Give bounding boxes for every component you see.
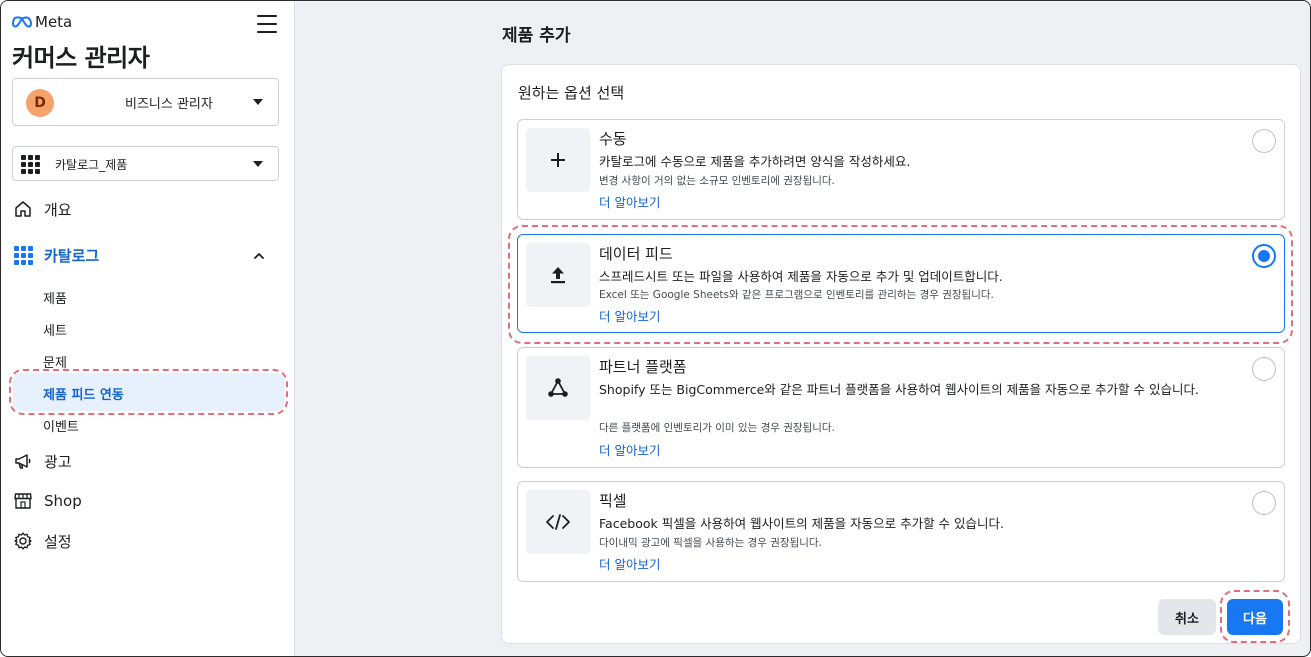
- home-icon: [12, 198, 34, 220]
- business-selector[interactable]: D 비즈니스 관리자: [12, 78, 279, 126]
- nav-item-label: Shop: [44, 492, 82, 510]
- nav-item-ads[interactable]: 광고: [12, 446, 72, 476]
- caret-down-icon: [253, 99, 263, 105]
- option-description: 스프레드시트 또는 파일을 사용하여 제품을 자동으로 추가 및 업데이트합니다…: [599, 269, 1003, 284]
- option-title: 수동: [599, 130, 627, 148]
- app-window: Meta 커머스 관리자 D 비즈니스 관리자 카탈로그_제품 개요 카탈로그 …: [0, 0, 1311, 657]
- sidebar-item-events[interactable]: 이벤트: [43, 416, 79, 435]
- gear-icon: [12, 530, 34, 552]
- meta-logo-text: Meta: [35, 13, 73, 31]
- option-title: 데이터 피드: [599, 245, 673, 263]
- learn-more-link[interactable]: 더 알아보기: [599, 554, 660, 573]
- nav-item-label: 광고: [44, 452, 72, 471]
- option-manual[interactable]: 수동 카탈로그에 수동으로 제품을 추가하려면 양식을 작성하세요. 변경 사항…: [517, 119, 1285, 220]
- page-title: 제품 추가: [502, 26, 571, 46]
- nav-item-shop[interactable]: Shop: [12, 486, 82, 516]
- option-description: Facebook 픽셀을 사용하여 웹사이트의 제품을 자동으로 추가할 수 있…: [599, 516, 1004, 531]
- business-selector-label: 비즈니스 관리자: [125, 97, 213, 112]
- option-description: 카탈로그에 수동으로 제품을 추가하려면 양식을 작성하세요.: [599, 154, 911, 169]
- learn-more-link[interactable]: 더 알아보기: [599, 440, 660, 459]
- option-note: 변경 사항이 거의 없는 소규모 인벤토리에 권장됩니다.: [599, 175, 835, 187]
- cancel-button[interactable]: 취소: [1158, 599, 1216, 635]
- option-radio[interactable]: [1252, 129, 1276, 153]
- next-button[interactable]: 다음: [1227, 599, 1283, 635]
- option-title: 픽셀: [599, 492, 627, 510]
- nav-item-catalog[interactable]: 카탈로그: [12, 240, 99, 270]
- sidebar-item-sets[interactable]: 세트: [43, 320, 67, 339]
- sidebar-item-issues[interactable]: 문제: [43, 352, 67, 371]
- learn-more-link[interactable]: 더 알아보기: [599, 192, 660, 211]
- nav-item-label: 설정: [44, 532, 72, 551]
- nav-item-label: 개요: [44, 200, 72, 219]
- megaphone-icon: [12, 450, 34, 472]
- partner-network-icon: [526, 356, 590, 420]
- nav-item-overview[interactable]: 개요: [12, 194, 72, 224]
- option-radio-selected[interactable]: [1252, 244, 1276, 268]
- option-data-feed[interactable]: 데이터 피드 스프레드시트 또는 파일을 사용하여 제품을 자동으로 추가 및 …: [517, 234, 1285, 333]
- grid-icon: [21, 155, 40, 174]
- app-title: 커머스 관리자: [12, 44, 150, 72]
- sidebar-item-products[interactable]: 제품: [43, 288, 67, 307]
- catalog-selector[interactable]: 카탈로그_제품: [12, 146, 279, 181]
- storefront-icon: [12, 490, 34, 512]
- meta-logo: Meta: [12, 12, 72, 32]
- upload-icon: [526, 243, 590, 307]
- option-note: Excel 또는 Google Sheets와 같은 프로그램으로 인벤토리를 …: [599, 289, 994, 301]
- chevron-up-icon[interactable]: [253, 250, 265, 262]
- sidebar-item-product-feed[interactable]: 제품 피드 연동: [43, 384, 124, 403]
- option-title: 파트너 플랫폼: [599, 358, 687, 376]
- code-icon: [526, 490, 590, 554]
- nav-item-label: 카탈로그: [44, 246, 100, 265]
- option-note: 다이내믹 광고에 픽셀을 사용하는 경우 권장됩니다.: [599, 537, 822, 549]
- nav-item-settings[interactable]: 설정: [12, 526, 72, 556]
- option-radio[interactable]: [1252, 357, 1276, 381]
- option-note: 다른 플랫폼에 인벤토리가 이미 있는 경우 권장됩니다.: [599, 422, 835, 434]
- catalog-selector-label: 카탈로그_제품: [55, 158, 128, 172]
- grid-icon: [12, 244, 34, 266]
- plus-icon: [526, 128, 590, 192]
- option-partner-platform[interactable]: 파트너 플랫폼 Shopify 또는 BigCommerce와 같은 파트너 플…: [517, 347, 1285, 468]
- option-pixel[interactable]: 픽셀 Facebook 픽셀을 사용하여 웹사이트의 제품을 자동으로 추가할 …: [517, 481, 1285, 582]
- menu-icon[interactable]: [257, 15, 277, 33]
- meta-infinity-icon: [12, 16, 32, 28]
- sidebar: Meta 커머스 관리자 D 비즈니스 관리자 카탈로그_제품 개요 카탈로그 …: [1, 1, 295, 656]
- card-heading: 원하는 옵션 선택: [518, 84, 625, 102]
- caret-down-icon: [253, 161, 263, 167]
- option-description: Shopify 또는 BigCommerce와 같은 파트너 플랫폼을 사용하여…: [599, 382, 1199, 397]
- avatar: D: [26, 89, 54, 117]
- learn-more-link[interactable]: 더 알아보기: [599, 306, 660, 325]
- option-radio[interactable]: [1252, 491, 1276, 515]
